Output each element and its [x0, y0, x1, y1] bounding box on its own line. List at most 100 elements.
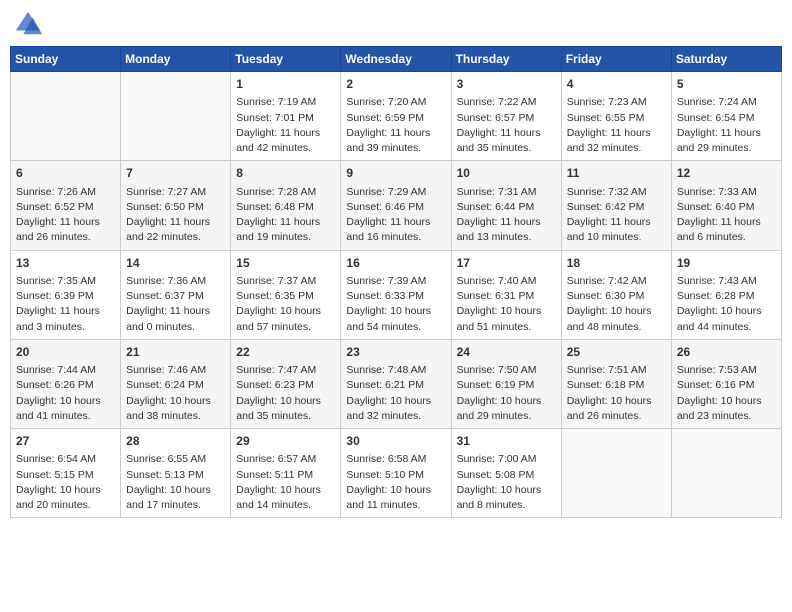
calendar-cell: 16 Sunrise: 7:39 AMSunset: 6:33 PMDayligh… [341, 250, 451, 339]
calendar-week-row: 6 Sunrise: 7:26 AMSunset: 6:52 PMDaylight… [11, 161, 782, 250]
day-info: Sunrise: 6:55 AMSunset: 5:13 PMDaylight:… [126, 452, 225, 513]
day-info: Sunrise: 6:57 AMSunset: 5:11 PMDaylight:… [236, 452, 335, 513]
calendar-cell: 2Sunrise: 7:20 AMSunset: 6:59 PMDaylight… [341, 72, 451, 161]
day-number: 15 [236, 255, 335, 272]
day-number: 13 [16, 255, 115, 272]
day-of-week-header: Thursday [451, 47, 561, 72]
calendar-cell: 23 Sunrise: 7:48 AMSunset: 6:21 PMDayligh… [341, 339, 451, 428]
day-info: Sunrise: 7:27 AMSunset: 6:50 PMDaylight:… [126, 185, 225, 246]
calendar-cell: 25 Sunrise: 7:51 AMSunset: 6:18 PMDayligh… [561, 339, 671, 428]
day-info: Sunrise: 7:43 AMSunset: 6:28 PMDaylight:… [677, 274, 776, 335]
day-number: 21 [126, 344, 225, 361]
day-info: Sunrise: 7:22 AMSunset: 6:57 PMDaylight:… [457, 95, 556, 156]
calendar-cell: 14 Sunrise: 7:36 AMSunset: 6:37 PMDayligh… [121, 250, 231, 339]
calendar-cell: 11 Sunrise: 7:32 AMSunset: 6:42 PMDayligh… [561, 161, 671, 250]
calendar-cell: 15 Sunrise: 7:37 AMSunset: 6:35 PMDayligh… [231, 250, 341, 339]
day-info: Sunrise: 7:20 AMSunset: 6:59 PMDaylight:… [346, 95, 445, 156]
day-number: 26 [677, 344, 776, 361]
calendar-cell: 9 Sunrise: 7:29 AMSunset: 6:46 PMDaylight… [341, 161, 451, 250]
calendar-cell [561, 429, 671, 518]
calendar-cell: 7Sunrise: 7:27 AMSunset: 6:50 PMDaylight… [121, 161, 231, 250]
day-number: 6 [16, 165, 115, 182]
calendar-cell: 31 Sunrise: 7:00 AMSunset: 5:08 PMDayligh… [451, 429, 561, 518]
day-info: Sunrise: 7:36 AMSunset: 6:37 PMDaylight:… [126, 274, 225, 335]
calendar-cell: 28 Sunrise: 6:55 AMSunset: 5:13 PMDayligh… [121, 429, 231, 518]
day-info: Sunrise: 7:40 AMSunset: 6:31 PMDaylight:… [457, 274, 556, 335]
calendar-cell [671, 429, 781, 518]
day-info: Sunrise: 7:26 AMSunset: 6:52 PMDaylight:… [16, 185, 115, 246]
day-number: 30 [346, 433, 445, 450]
day-of-week-header: Sunday [11, 47, 121, 72]
day-info: Sunrise: 7:44 AMSunset: 6:26 PMDaylight:… [16, 363, 115, 424]
day-number: 10 [457, 165, 556, 182]
day-info: Sunrise: 7:28 AMSunset: 6:48 PMDaylight:… [236, 185, 335, 246]
calendar-cell: 29 Sunrise: 6:57 AMSunset: 5:11 PMDayligh… [231, 429, 341, 518]
day-info: Sunrise: 7:24 AMSunset: 6:54 PMDaylight:… [677, 95, 776, 156]
day-of-week-header: Tuesday [231, 47, 341, 72]
calendar-cell: 19 Sunrise: 7:43 AMSunset: 6:28 PMDayligh… [671, 250, 781, 339]
day-info: Sunrise: 6:58 AMSunset: 5:10 PMDaylight:… [346, 452, 445, 513]
day-number: 17 [457, 255, 556, 272]
day-of-week-header: Friday [561, 47, 671, 72]
day-info: Sunrise: 7:19 AMSunset: 7:01 PMDaylight:… [236, 95, 335, 156]
calendar-week-row: 13 Sunrise: 7:35 AMSunset: 6:39 PMDayligh… [11, 250, 782, 339]
day-number: 3 [457, 76, 556, 93]
day-number: 20 [16, 344, 115, 361]
calendar-cell: 6 Sunrise: 7:26 AMSunset: 6:52 PMDaylight… [11, 161, 121, 250]
day-number: 18 [567, 255, 666, 272]
calendar-cell: 18 Sunrise: 7:42 AMSunset: 6:30 PMDayligh… [561, 250, 671, 339]
day-info: Sunrise: 7:00 AMSunset: 5:08 PMDaylight:… [457, 452, 556, 513]
day-number: 4 [567, 76, 666, 93]
day-number: 16 [346, 255, 445, 272]
calendar-cell: 8Sunrise: 7:28 AMSunset: 6:48 PMDaylight… [231, 161, 341, 250]
calendar-cell: 30 Sunrise: 6:58 AMSunset: 5:10 PMDayligh… [341, 429, 451, 518]
day-info: Sunrise: 7:31 AMSunset: 6:44 PMDaylight:… [457, 185, 556, 246]
day-info: Sunrise: 7:39 AMSunset: 6:33 PMDaylight:… [346, 274, 445, 335]
day-number: 28 [126, 433, 225, 450]
day-info: Sunrise: 7:42 AMSunset: 6:30 PMDaylight:… [567, 274, 666, 335]
day-info: Sunrise: 7:51 AMSunset: 6:18 PMDaylight:… [567, 363, 666, 424]
day-number: 22 [236, 344, 335, 361]
calendar-cell: 17 Sunrise: 7:40 AMSunset: 6:31 PMDayligh… [451, 250, 561, 339]
day-number: 24 [457, 344, 556, 361]
calendar-cell: 27 Sunrise: 6:54 AMSunset: 5:15 PMDayligh… [11, 429, 121, 518]
calendar-cell: 5 Sunrise: 7:24 AMSunset: 6:54 PMDaylight… [671, 72, 781, 161]
calendar-header-row: SundayMondayTuesdayWednesdayThursdayFrid… [11, 47, 782, 72]
day-number: 5 [677, 76, 776, 93]
day-info: Sunrise: 7:23 AMSunset: 6:55 PMDaylight:… [567, 95, 666, 156]
day-info: Sunrise: 7:35 AMSunset: 6:39 PMDaylight:… [16, 274, 115, 335]
day-number: 1 [236, 76, 335, 93]
day-info: Sunrise: 7:37 AMSunset: 6:35 PMDaylight:… [236, 274, 335, 335]
logo-icon [14, 10, 42, 38]
calendar-cell: 10 Sunrise: 7:31 AMSunset: 6:44 PMDayligh… [451, 161, 561, 250]
day-number: 9 [346, 165, 445, 182]
logo [14, 10, 46, 38]
day-number: 25 [567, 344, 666, 361]
day-info: Sunrise: 7:32 AMSunset: 6:42 PMDaylight:… [567, 185, 666, 246]
calendar-cell [11, 72, 121, 161]
calendar-cell: 24Sunrise: 7:50 AMSunset: 6:19 PMDayligh… [451, 339, 561, 428]
day-info: Sunrise: 7:29 AMSunset: 6:46 PMDaylight:… [346, 185, 445, 246]
day-number: 27 [16, 433, 115, 450]
day-number: 14 [126, 255, 225, 272]
day-number: 19 [677, 255, 776, 272]
calendar-week-row: 20 Sunrise: 7:44 AMSunset: 6:26 PMDayligh… [11, 339, 782, 428]
calendar-cell: 22 Sunrise: 7:47 AMSunset: 6:23 PMDayligh… [231, 339, 341, 428]
day-number: 23 [346, 344, 445, 361]
calendar-table: SundayMondayTuesdayWednesdayThursdayFrid… [10, 46, 782, 518]
day-info: Sunrise: 7:33 AMSunset: 6:40 PMDaylight:… [677, 185, 776, 246]
day-number: 31 [457, 433, 556, 450]
calendar-week-row: 1 Sunrise: 7:19 AMSunset: 7:01 PMDaylight… [11, 72, 782, 161]
calendar-cell: 20 Sunrise: 7:44 AMSunset: 6:26 PMDayligh… [11, 339, 121, 428]
day-number: 29 [236, 433, 335, 450]
day-info: Sunrise: 7:47 AMSunset: 6:23 PMDaylight:… [236, 363, 335, 424]
day-number: 11 [567, 165, 666, 182]
day-info: Sunrise: 7:53 AMSunset: 6:16 PMDaylight:… [677, 363, 776, 424]
day-of-week-header: Monday [121, 47, 231, 72]
day-of-week-header: Saturday [671, 47, 781, 72]
page-header [10, 10, 782, 38]
calendar-cell: 13 Sunrise: 7:35 AMSunset: 6:39 PMDayligh… [11, 250, 121, 339]
day-info: Sunrise: 7:46 AMSunset: 6:24 PMDaylight:… [126, 363, 225, 424]
day-info: Sunrise: 6:54 AMSunset: 5:15 PMDaylight:… [16, 452, 115, 513]
day-info: Sunrise: 7:48 AMSunset: 6:21 PMDaylight:… [346, 363, 445, 424]
